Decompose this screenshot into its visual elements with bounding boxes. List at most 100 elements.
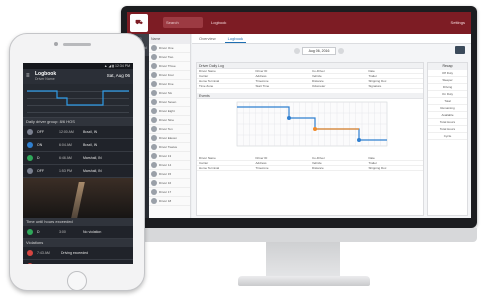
driver-list-item[interactable]: Driver 18 [149,197,190,206]
recap-row: Driving [428,84,467,91]
log-event-row[interactable]: D 6:46 AM Marshall, IN [23,152,133,165]
recap-row: Total Hours [428,126,467,133]
status-dot-icon [27,155,33,161]
recap-row: Available [428,112,467,119]
event-marker[interactable] [357,138,361,142]
log-event-row[interactable]: OFF 1:53 PM Marshall, IN [23,165,133,178]
menu-icon[interactable]: ≡ [26,72,30,80]
prev-day-button[interactable] [294,48,300,54]
avatar [151,99,157,105]
driver-name: Driver Seven [159,100,177,104]
driver-list-item[interactable]: Driver 14 [149,161,190,170]
app-logo[interactable]: ⛟ [130,14,148,32]
log-event-row[interactable]: ON 6:04 AM Brazil, IN [23,139,133,152]
duty-status-graph [236,101,388,147]
hos-time: 3:00 [59,230,66,234]
event-time: 1:53 PM [59,169,73,173]
driver-list-item[interactable]: Driver Twelve [149,143,190,152]
violation-row[interactable]: 7:43 AMMissing break [23,260,133,264]
driver-list-item[interactable]: Driver Eight [149,107,190,116]
event-location: Marshall, IN [83,169,102,173]
recap-row: Sleeper [428,77,467,84]
driver-name: Driver Six [159,91,173,95]
avatar [151,108,157,114]
search-input[interactable]: Search [163,17,203,28]
driver-list-item[interactable]: Driver One [149,44,190,53]
hos-row[interactable]: D 3:00 No violation [23,226,133,239]
date-picker[interactable]: Aug 06, 2016 [302,47,336,55]
avatar [151,162,157,168]
settings-link[interactable]: Settings [451,17,465,28]
violation-text: Driving exceeded [61,251,89,255]
status-dot-icon [27,142,33,148]
driver-list-item[interactable]: Driver Six [149,89,190,98]
driver-list: Name Driver One Driver Two Driver Three Dri… [149,34,191,218]
driver-name: Driver Twelve [159,145,178,149]
event-table: Driver Name Driver ID Co-Driver Date Carrier… [197,156,423,171]
tab-overview[interactable]: Overview [196,34,219,43]
speaker-grille [63,43,91,46]
tab-logbook[interactable]: Logbook [224,34,247,43]
driver-list-item[interactable]: Driver Eleven [149,134,190,143]
driver-list-item[interactable]: Driver Two [149,53,190,62]
driver-list-item[interactable]: Driver 15 [149,170,190,179]
violation-row[interactable]: 7:43 AM Driving exceeded [23,247,133,260]
next-day-button[interactable] [338,48,344,54]
camera-icon [54,42,58,46]
avatar [151,153,157,159]
phone-duty-line [27,90,129,106]
driver-list-item[interactable]: Driver 13 [149,152,190,161]
avatar [151,90,157,96]
status-dot-icon [27,229,33,235]
driver-name: Driver 16 [159,181,172,185]
print-button[interactable] [455,46,465,54]
hos-note: No violation [83,230,102,234]
event-cell: Home Terminal [197,166,254,171]
avatar [151,189,157,195]
event-status: ON [37,143,43,147]
recap-row: Total Hours [428,119,467,126]
event-marker[interactable] [313,127,317,131]
driver-list-item[interactable]: Driver Seven [149,98,190,107]
recap-row: Cycle [428,133,467,140]
driver-name: Driver 17 [159,190,172,194]
driver-list-item[interactable]: Driver Four [149,71,190,80]
avatar [151,117,157,123]
log-event-row[interactable]: OFF 12:00 AM Brazil, IN [23,126,133,139]
main-content: Overview Logbook Aug 06, 2016 Driver Dai… [192,34,471,218]
avatar [151,180,157,186]
driver-list-item[interactable]: Driver Ten [149,125,190,134]
driver-list-item[interactable]: Driver 17 [149,188,190,197]
status-dot-icon [27,129,33,135]
log-header-grid: Driver Name Driver ID Co-Driver Date Carrier… [197,69,423,89]
recap-header: Recap [428,63,467,70]
recap-row: Off Duty [428,70,467,77]
phone-section-violations: Violations [23,239,133,247]
road-line [71,182,85,218]
phone-date[interactable]: Sat, Aug 06 [107,73,130,78]
driver-list-item[interactable]: Driver Three [149,62,190,71]
event-location: Brazil, IN [83,130,98,134]
violation-time: 7:43 AM [37,251,50,255]
home-button[interactable] [67,271,87,291]
event-cell: Shipping Doc [366,166,423,171]
tab-bar: Overview Logbook [192,34,471,44]
avatar [151,45,157,51]
driver-name: Driver Two [159,55,174,59]
driver-list-item[interactable]: Driver 16 [149,179,190,188]
event-status: D [37,156,40,160]
monitor-stand [266,242,340,276]
driver-name: Driver 15 [159,172,172,176]
log-field-label: Signature [366,84,423,89]
event-location: Marshall, IN [83,156,102,160]
event-time: 12:00 AM [59,130,74,134]
event-marker[interactable] [287,116,291,120]
daily-log-card: Driver Daily Log Driver Name Driver ID Co-… [196,62,424,216]
recap-row: On Duty [428,91,467,98]
driver-name: Driver Eight [159,109,175,113]
driver-list-header: Name [149,34,190,44]
recap-row: Remaining [428,105,467,112]
driver-list-item[interactable]: Driver Nine [149,116,190,125]
phone-frame: ▲ ◢ ▮ 12:34 PM ≡ Logbook Driver Name Sat… [9,33,145,291]
driver-list-item[interactable]: Driver Five [149,80,190,89]
